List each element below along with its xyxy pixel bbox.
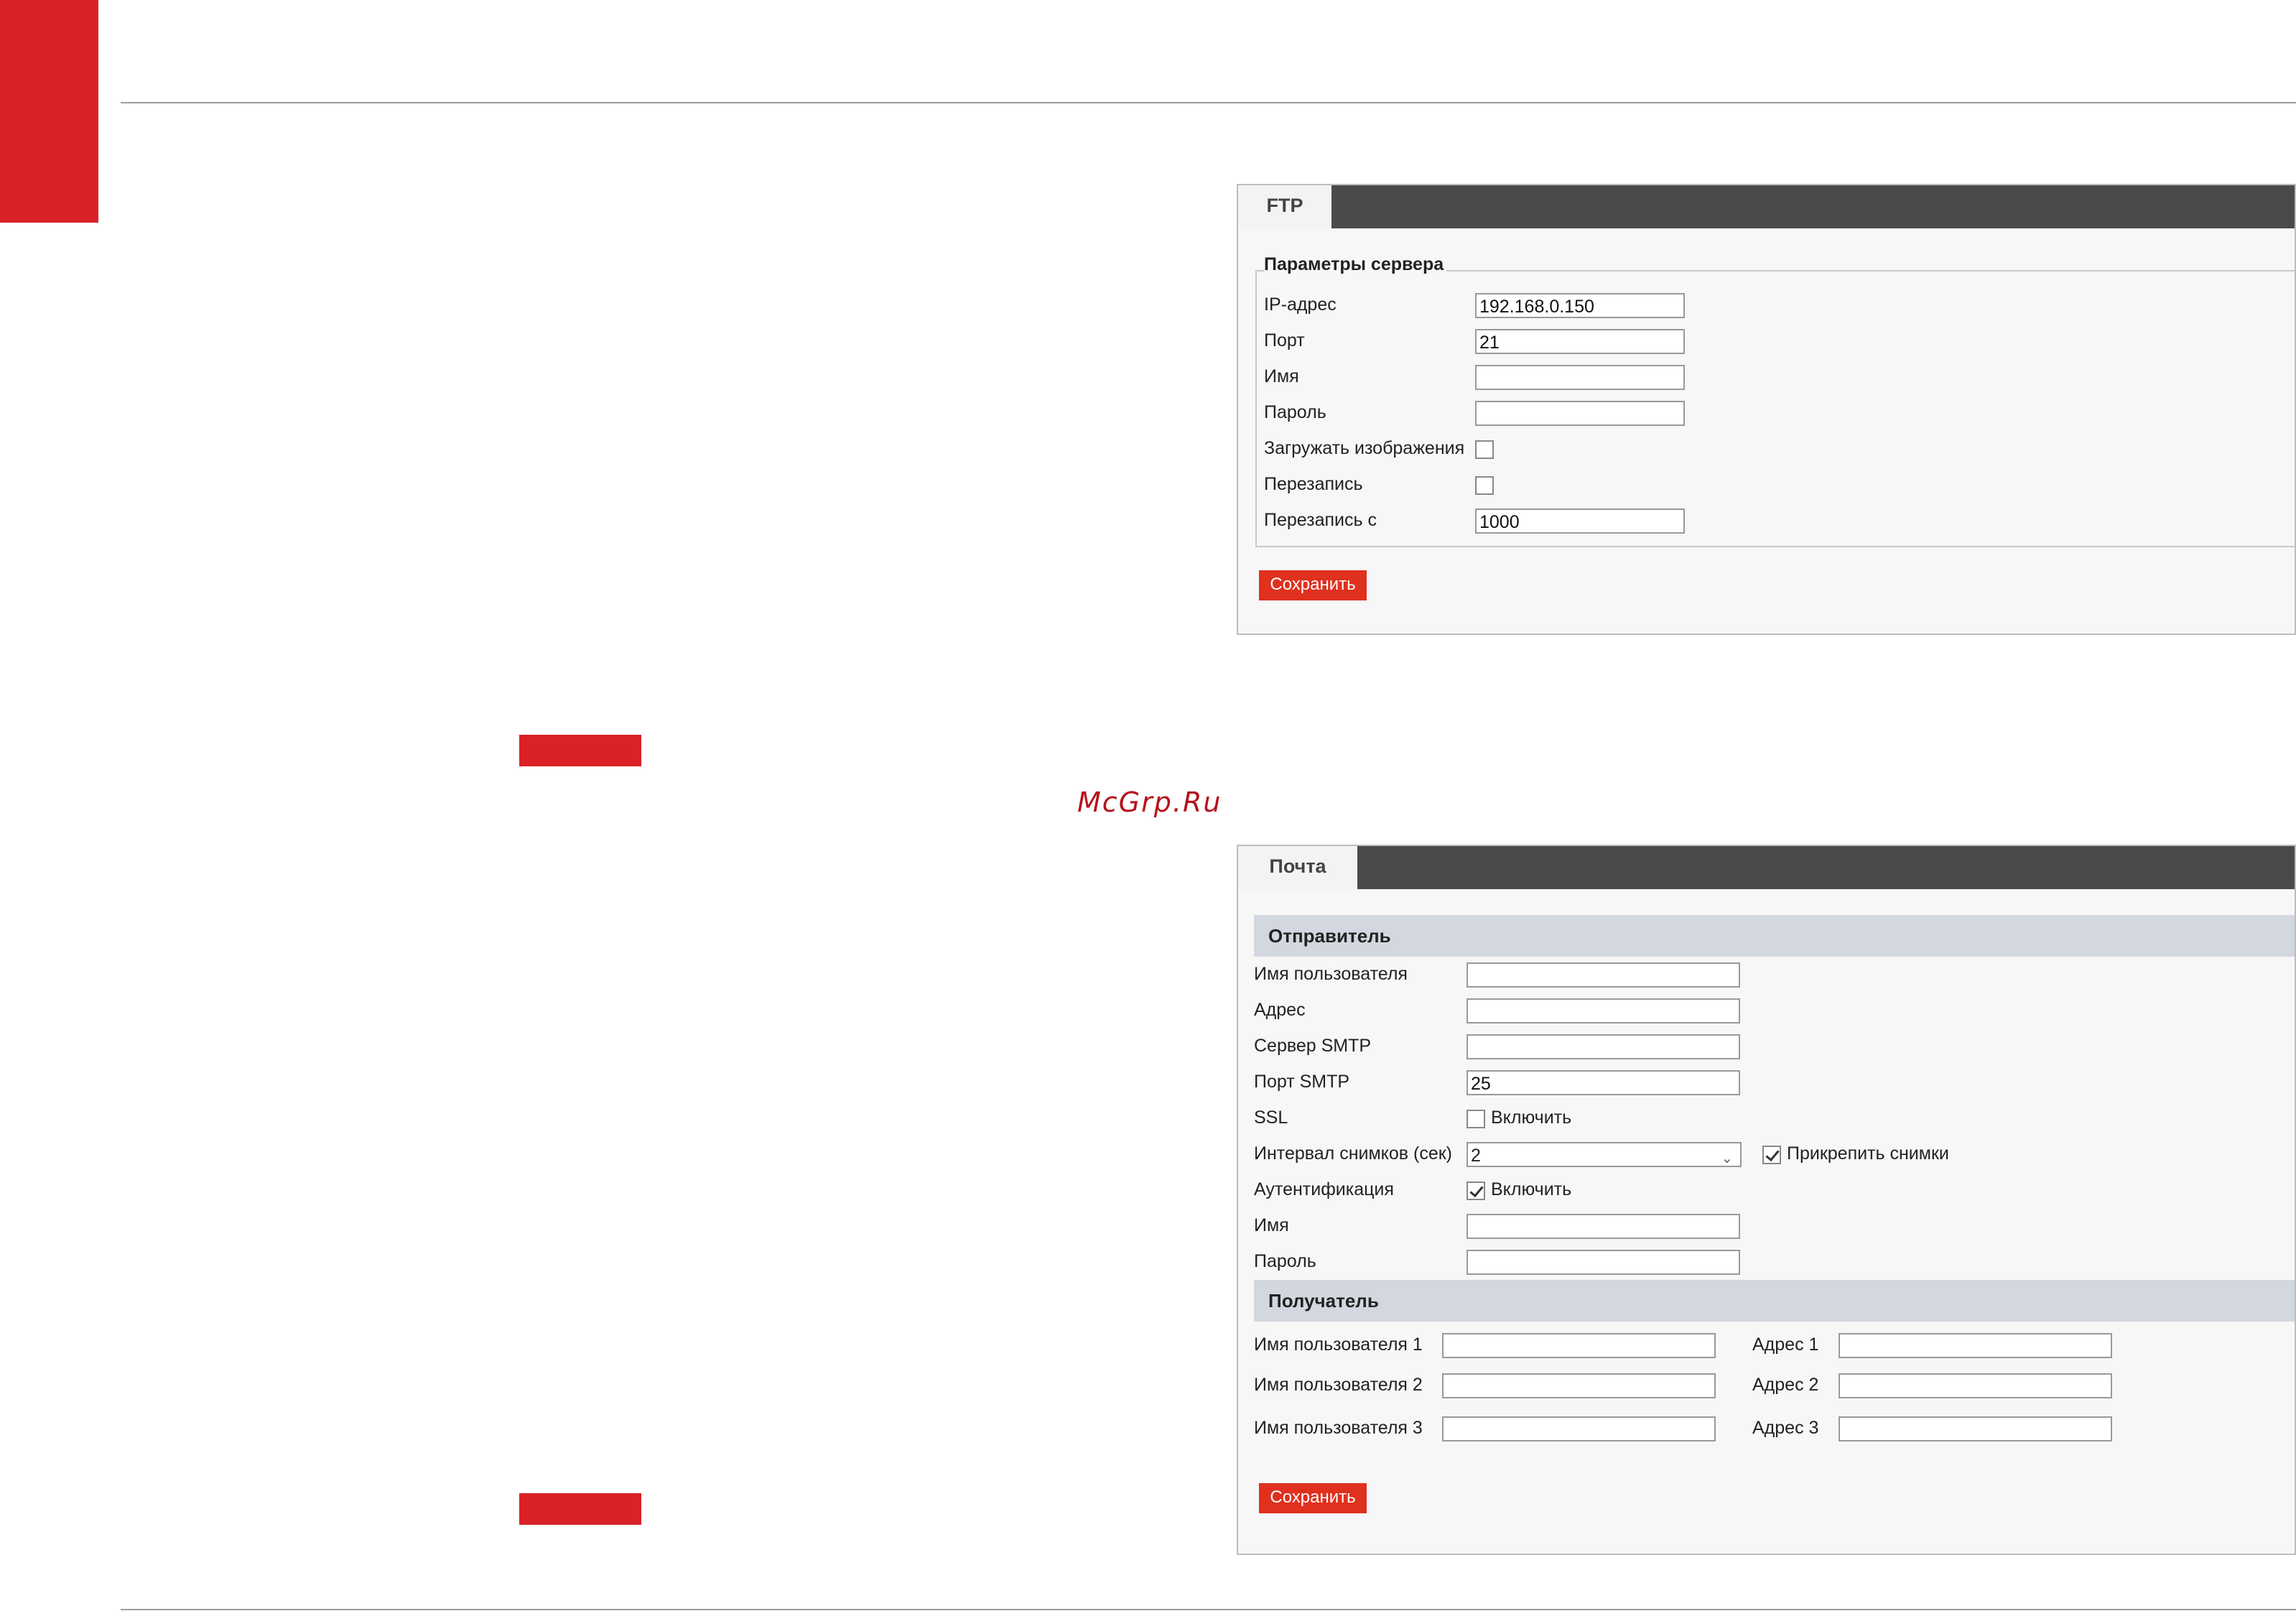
tab-bar [1238, 846, 2295, 889]
auth-name-label: Имя [1254, 1215, 1289, 1235]
recipient-address-input[interactable] [1839, 1333, 2112, 1358]
red-corner-block [0, 0, 98, 223]
overwrite-label: Перезапись [1264, 474, 1363, 494]
section-title: Параметры сервера [1264, 254, 1447, 275]
recipient-user-input[interactable] [1442, 1333, 1716, 1358]
ssl-label: SSL [1254, 1108, 1288, 1128]
save-button[interactable]: Сохранить [1259, 1483, 1367, 1513]
interval-label: Интервал снимков (сек) [1254, 1143, 1452, 1164]
auth-checkbox[interactable] [1467, 1181, 1485, 1200]
sender-section-header: Отправитель [1254, 915, 2295, 957]
chevron-down-icon: ⌄ [1721, 1151, 1733, 1166]
overwrite-from-input[interactable]: 1000 [1475, 509, 1685, 534]
auth-password-input[interactable] [1467, 1250, 1740, 1275]
recipient-address-input[interactable] [1839, 1373, 2112, 1398]
tab-mail[interactable]: Почта [1238, 846, 1357, 889]
attach-snapshots-label: Прикрепить снимки [1787, 1143, 1949, 1164]
upload-images-checkbox[interactable] [1475, 440, 1494, 459]
overwrite-from-label: Перезапись с [1264, 510, 1377, 530]
name-input[interactable] [1475, 365, 1685, 390]
name-label: Имя [1264, 366, 1299, 386]
ssl-checkbox[interactable] [1467, 1110, 1485, 1128]
recipient-section-header: Получатель [1254, 1280, 2295, 1322]
recipient-user-label: Имя пользователя 1 [1254, 1334, 1423, 1355]
mail-panel: Почта Отправитель Имя пользователя Адрес… [1237, 845, 2296, 1555]
smtp-port-input[interactable]: 25 [1467, 1070, 1740, 1095]
smtp-server-label: Сервер SMTP [1254, 1036, 1372, 1056]
bottom-divider [121, 1609, 2296, 1610]
port-label: Порт [1264, 330, 1305, 350]
recipient-address-input[interactable] [1839, 1416, 2112, 1441]
recipient-user-label: Имя пользователя 2 [1254, 1375, 1423, 1395]
recipient-address-label: Адрес 2 [1752, 1375, 1819, 1395]
smtp-port-label: Порт SMTP [1254, 1072, 1350, 1092]
auth-password-label: Пароль [1254, 1251, 1316, 1271]
upload-images-label: Загружать изображения [1264, 438, 1465, 458]
watermark: McGrp.Ru [1077, 786, 1222, 818]
interval-select[interactable]: 2 ⌄ [1467, 1142, 1742, 1167]
recipient-user-label: Имя пользователя 3 [1254, 1418, 1423, 1438]
password-input[interactable] [1475, 401, 1685, 426]
recipient-address-label: Адрес 3 [1752, 1418, 1819, 1438]
recipient-address-label: Адрес 1 [1752, 1334, 1819, 1355]
overwrite-checkbox[interactable] [1475, 476, 1494, 495]
interval-value: 2 [1471, 1146, 1481, 1166]
ip-input[interactable]: 192.168.0.150 [1475, 293, 1685, 318]
sender-address-input[interactable] [1467, 998, 1740, 1023]
attach-snapshots-checkbox[interactable] [1762, 1146, 1781, 1164]
smtp-server-input[interactable] [1467, 1034, 1740, 1059]
tab-ftp[interactable]: FTP [1238, 185, 1331, 228]
ssl-enable-label: Включить [1491, 1108, 1572, 1128]
sender-address-label: Адрес [1254, 1000, 1306, 1020]
password-label: Пароль [1264, 402, 1326, 422]
server-params-fieldset [1255, 270, 2295, 547]
auth-name-input[interactable] [1467, 1214, 1740, 1239]
save-button[interactable]: Сохранить [1259, 570, 1367, 600]
ip-label: IP-адрес [1264, 294, 1337, 315]
recipient-user-input[interactable] [1442, 1373, 1716, 1398]
ftp-panel: FTP Параметры сервера IP-адрес 192.168.0… [1237, 184, 2296, 635]
auth-label: Аутентификация [1254, 1179, 1394, 1199]
top-divider [121, 102, 2296, 103]
auth-enable-label: Включить [1491, 1179, 1572, 1199]
tab-bar [1238, 185, 2295, 228]
red-marker-bar [519, 1493, 641, 1525]
port-input[interactable]: 21 [1475, 329, 1685, 354]
sender-username-input[interactable] [1467, 962, 1740, 988]
recipient-user-input[interactable] [1442, 1416, 1716, 1441]
sender-username-label: Имя пользователя [1254, 964, 1408, 984]
red-marker-bar [519, 735, 641, 766]
